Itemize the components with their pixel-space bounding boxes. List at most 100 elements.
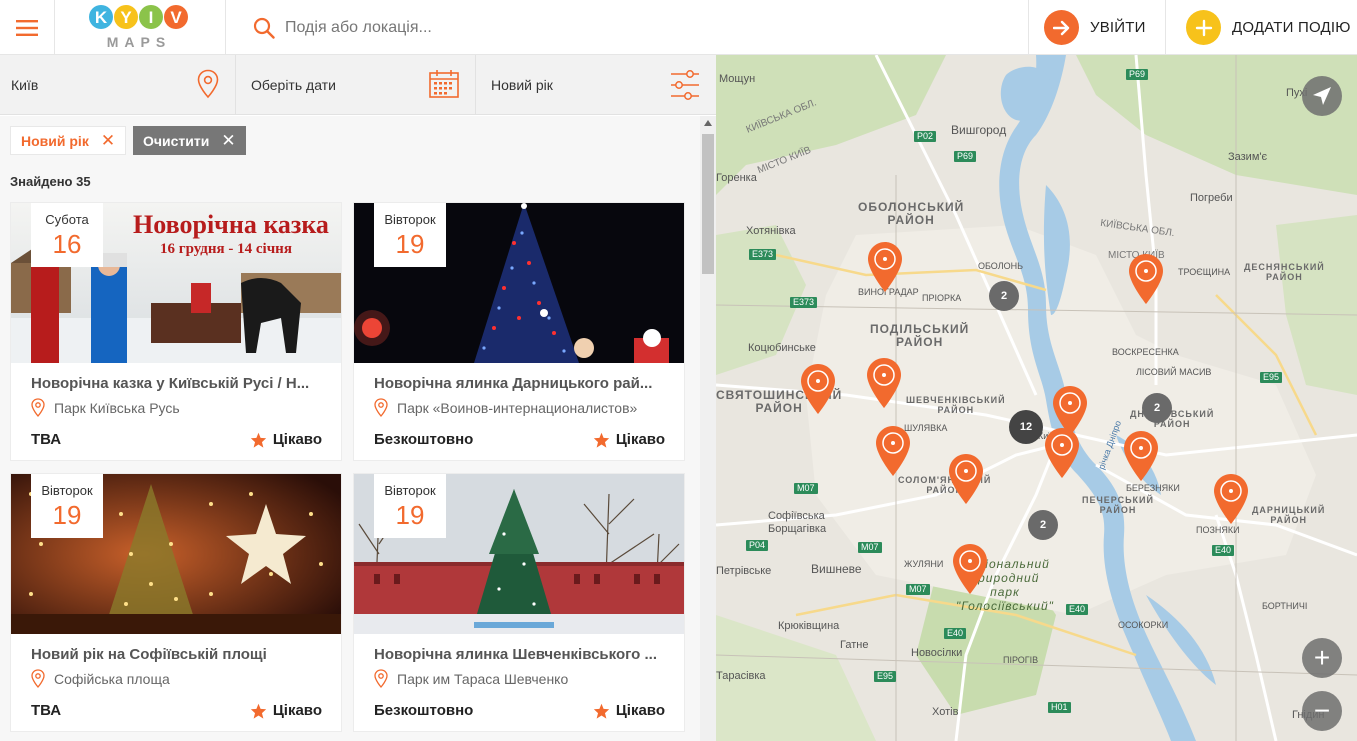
scroll-up-icon[interactable] [704,120,712,126]
interest-button[interactable]: Цікаво [593,431,665,448]
interest-label: Цікаво [615,702,665,719]
road-shield: E373 [749,249,777,260]
date-filter[interactable]: Оберіть дати [236,55,476,115]
search-input[interactable] [285,18,885,37]
zoom-out-button[interactable]: − [1302,691,1342,731]
map-label: Тарасівка [716,670,766,682]
logo[interactable]: K Y I V MAPS [56,0,226,55]
list-scrollbar[interactable] [700,116,716,741]
login-button[interactable]: УВІЙТИ [1028,0,1165,55]
road-shield: E373 [790,297,818,308]
district-label: ДАРНИЦЬКИЙ РАЙОН [1252,505,1326,525]
interest-button[interactable]: Цікаво [250,431,322,448]
event-location: Парк Київська Русь [31,398,180,417]
map-label: Вишневе [811,562,862,576]
event-card[interactable]: Новорічна казка 16 грудня - 14 січня Суб… [10,202,342,461]
event-title[interactable]: Новорічна ялинка Шевченківського ... [374,646,674,663]
event-price: Безкоштовно [374,702,474,719]
map-label: Вишгород [951,123,1007,137]
hamburger-icon [16,19,38,36]
map-label: Крюківщина [778,620,840,632]
map[interactable]: Мощун Вишгород Зазим'є Погреби Пухі Горе… [716,55,1357,741]
location-pin-icon [374,669,388,688]
event-pin[interactable] [948,453,984,505]
map-pin-icon [1129,254,1163,304]
interest-label: Цікаво [272,431,322,448]
location-name: Парк «Воинов-интернационалистов» [397,399,638,416]
map-label: Софіївська Борщагівка [768,510,827,535]
kyiv-maps-logo: K Y I V MAPS [89,5,188,50]
date-box: Вівторок 19 [374,203,446,267]
interest-button[interactable]: Цікаво [593,702,665,719]
event-pin[interactable] [1044,427,1080,479]
clear-label: Очистити [143,132,210,149]
event-pin[interactable] [866,357,902,409]
add-event-button[interactable]: ДОДАТИ ПОДІЮ [1165,0,1357,55]
day-number: 19 [395,500,425,530]
map-pin-icon [801,364,835,414]
day-of-week: Вівторок [41,483,93,498]
filter-bar: Київ Оберіть дати Новий рік [0,55,716,115]
map-label: ОБОЛОНЬ [978,261,1024,271]
map-label: Мощун [719,73,756,85]
event-pin[interactable] [867,241,903,293]
day-of-week: Субота [45,212,89,227]
interest-button[interactable]: Цікаво [250,702,322,719]
active-tag-label: Новий рік [21,132,89,149]
locate-button[interactable] [1302,76,1342,116]
map-pin-icon [949,454,983,504]
navigation-arrow-icon [1313,87,1331,105]
star-icon [250,703,266,719]
category-filter[interactable]: Новий рік [476,55,716,115]
map-label: ПОЗНЯКИ [1196,525,1240,535]
event-price: ТВА [31,702,62,719]
location-name: Парк им Тараса Шевченко [397,670,569,687]
event-pin[interactable] [875,425,911,477]
road-shield: P69 [954,151,977,162]
event-pin[interactable] [800,363,836,415]
calendar-icon [429,70,459,98]
clear-filters-button[interactable]: Очистити ✕ [133,126,246,155]
svg-text:Y: Y [120,8,132,27]
zoom-in-button[interactable]: + [1302,638,1342,678]
event-pin[interactable] [952,543,988,595]
scroll-thumb[interactable] [702,134,714,274]
interest-label: Цікаво [272,702,322,719]
location-pin-icon [197,69,219,99]
map-label: БОРТНИЧІ [1262,601,1308,611]
sliders-icon [671,70,699,100]
menu-button[interactable] [0,0,55,55]
svg-text:I: I [149,8,154,27]
event-cluster[interactable]: 2 [1142,393,1172,423]
location-pin-icon [374,398,388,417]
add-event-label: ДОДАТИ ПОДІЮ [1232,19,1351,36]
road-shield: P69 [1126,69,1149,80]
event-pin[interactable] [1213,473,1249,525]
star-icon [593,703,609,719]
event-list: Новий рік ✕ Очистити ✕ Знайдено 35 Новор… [0,116,700,741]
login-label: УВІЙТИ [1090,19,1146,36]
event-card[interactable]: Вівторок 19 Новорічна ялинка Шевченківсь… [353,473,685,732]
active-tag-new-year[interactable]: Новий рік ✕ [10,126,127,155]
close-icon[interactable]: ✕ [101,132,115,149]
event-card[interactable]: Вівторок 19 Новий рік на Софіївській пло… [10,473,342,732]
location-pin-icon [31,669,45,688]
event-price: Безкоштовно [374,431,474,448]
event-title[interactable]: Новорічна ялинка Дарницького рай... [374,375,674,392]
map-label: ПРІОРКА [922,293,962,303]
interest-label: Цікаво [615,431,665,448]
event-title[interactable]: Новий рік на Софіївській площі [31,646,331,663]
event-card[interactable]: Вівторок 19 Новорічна ялинка Дарницького… [353,202,685,461]
arrow-right-icon [1044,10,1079,45]
event-pin[interactable] [1123,430,1159,482]
event-pin[interactable] [1128,253,1164,305]
district-label: ДЕСНЯНСЬКИЙ РАЙОН [1244,262,1325,282]
banner-line1: Новорічна казка [133,210,329,239]
event-cluster[interactable]: 2 [1028,510,1058,540]
city-filter[interactable]: Київ [0,55,236,115]
event-cluster[interactable]: 2 [989,281,1019,311]
event-cluster[interactable]: 12 [1009,410,1043,444]
event-title[interactable]: Новорічна казка у Київській Русі / Н... [31,375,331,392]
map-pin-icon [953,544,987,594]
map-pin-icon [867,358,901,408]
